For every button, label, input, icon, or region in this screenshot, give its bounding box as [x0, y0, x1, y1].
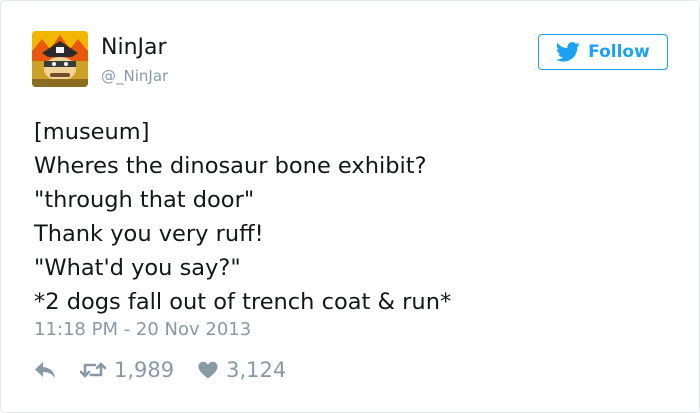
- user-names: NinJar @_NinJar: [101, 35, 168, 85]
- retweet-count: 1,989: [114, 358, 175, 382]
- tweet-timestamp[interactable]: 11:18 PM - 20 Nov 2013: [34, 319, 251, 340]
- tweet-card: NinJar @_NinJar Follow [museum] Wheres th…: [0, 0, 700, 413]
- follow-label: Follow: [588, 42, 650, 62]
- retweet-icon: [80, 362, 106, 378]
- display-name[interactable]: NinJar: [101, 35, 168, 61]
- retweet-button[interactable]: 1,989: [80, 358, 174, 382]
- tweet-header: NinJar @_NinJar Follow: [32, 31, 672, 89]
- like-count: 3,124: [226, 358, 287, 382]
- tweet-line: Thank you very ruff!: [34, 221, 264, 247]
- pirate-ninja-avatar-icon: [32, 31, 88, 87]
- tweet-line: Wheres the dinosaur bone exhibit?: [34, 153, 427, 179]
- tweet-text: [museum] Wheres the dinosaur bone exhibit…: [34, 115, 451, 319]
- reply-icon: [35, 362, 55, 378]
- reply-button[interactable]: [34, 361, 56, 379]
- avatar[interactable]: [32, 31, 88, 87]
- twitter-bird-icon: [556, 42, 580, 62]
- tweet-actions: 1,989 3,124: [34, 358, 286, 382]
- follow-button[interactable]: Follow: [538, 34, 668, 70]
- tweet-line: [museum]: [34, 119, 150, 145]
- tweet-line: "through that door": [34, 187, 255, 213]
- tweet-line: "What'd you say?": [34, 255, 241, 281]
- like-button[interactable]: 3,124: [198, 358, 286, 382]
- screen-name[interactable]: @_NinJar: [101, 67, 168, 85]
- heart-icon: [198, 361, 218, 379]
- tweet-line: *2 dogs fall out of trench coat & run*: [34, 289, 452, 315]
